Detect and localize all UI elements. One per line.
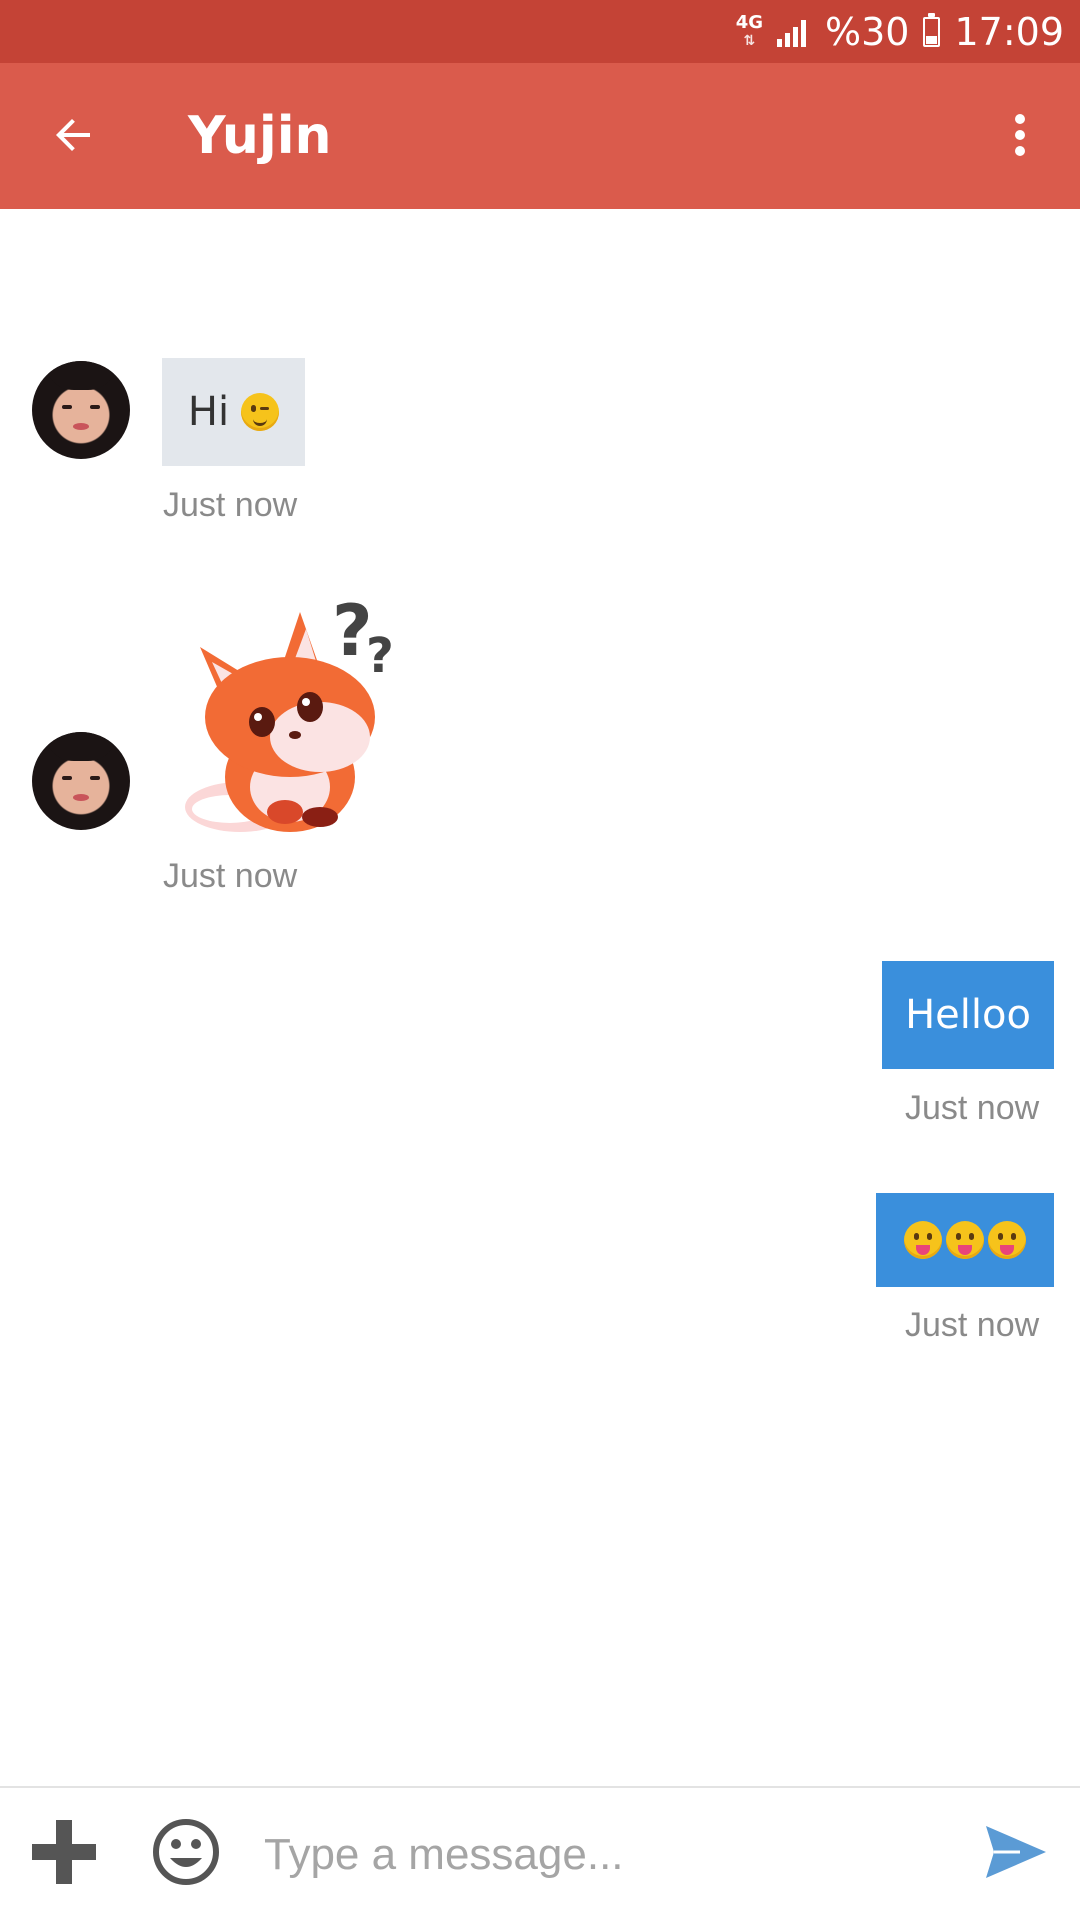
avatar[interactable] — [32, 361, 130, 459]
emoji-picker-button[interactable] — [150, 1816, 222, 1888]
network-type-label: 4G — [735, 11, 764, 33]
svg-text:?: ? — [366, 628, 394, 684]
message-timestamp: Just now — [163, 486, 298, 524]
message-composer — [0, 1786, 1080, 1920]
app-bar: Yujin — [0, 63, 1080, 209]
avatar[interactable] — [32, 732, 130, 830]
data-arrows-icon: ⇅ — [743, 32, 756, 49]
outgoing-message-bubble[interactable] — [876, 1193, 1054, 1287]
status-icons: 4G ⇅ %30 17:09 — [736, 0, 1064, 63]
incoming-message-bubble[interactable]: Hi — [162, 358, 305, 466]
signal-icon — [777, 19, 807, 47]
message-timestamp: Just now — [905, 1089, 1040, 1127]
arrow-left-icon — [56, 119, 90, 151]
send-button[interactable] — [980, 1816, 1052, 1888]
more-vert-icon — [1015, 114, 1025, 156]
smiley-icon — [153, 1819, 219, 1885]
fox-sticker[interactable]: ? ? — [170, 577, 410, 847]
network-type: 4G ⇅ — [735, 11, 764, 50]
message-timestamp: Just now — [163, 857, 298, 895]
status-bar: 4G ⇅ %30 17:09 — [0, 0, 1080, 63]
tongue-face-icon — [904, 1221, 942, 1259]
tongue-face-icon — [946, 1221, 984, 1259]
message-timestamp: Just now — [905, 1306, 1040, 1344]
outgoing-message-bubble[interactable]: Helloo — [882, 961, 1054, 1069]
add-attachment-button[interactable] — [28, 1816, 100, 1888]
message-input[interactable] — [262, 1812, 966, 1898]
plus-icon — [32, 1820, 96, 1884]
tongue-face-icon — [988, 1221, 1026, 1259]
more-options-button[interactable] — [984, 99, 1056, 171]
message-text: Hi — [187, 389, 230, 435]
message-list[interactable]: Hi Just now ? ? Just now Helloo Just now… — [0, 209, 1080, 1789]
clock: 17:09 — [954, 9, 1064, 54]
send-icon — [986, 1826, 1046, 1878]
back-button[interactable] — [38, 99, 110, 171]
winking-face-icon — [241, 393, 280, 431]
conversation-title: Yujin — [188, 106, 332, 166]
battery-percent: %30 — [825, 9, 910, 54]
battery-icon — [923, 12, 941, 47]
message-text: Helloo — [905, 992, 1031, 1038]
